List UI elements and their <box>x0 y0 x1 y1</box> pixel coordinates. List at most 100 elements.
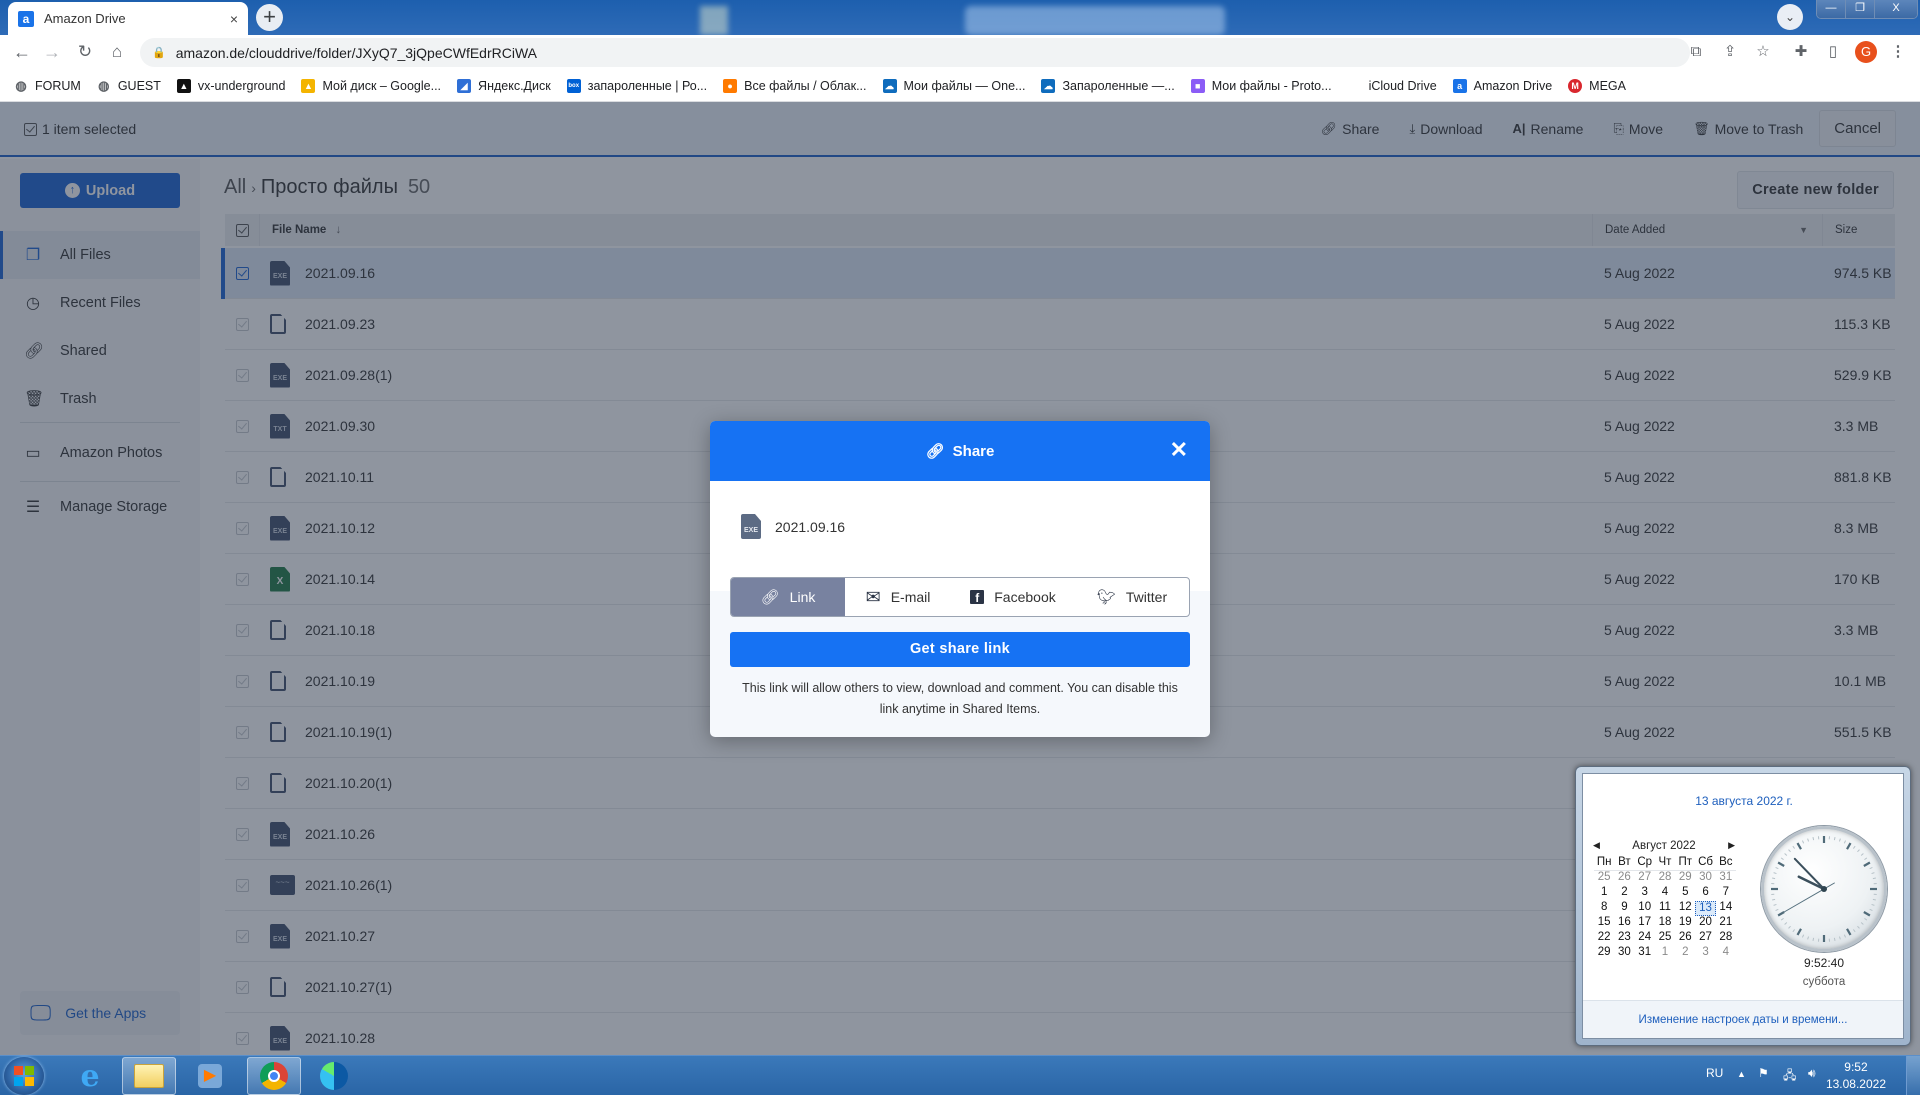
bookmark-item[interactable]: a Amazon Drive <box>1452 78 1552 93</box>
calendar-day[interactable]: 15 <box>1594 916 1614 931</box>
bookmark-item[interactable]: box запароленные | Ро... <box>566 78 707 93</box>
share-page-icon[interactable]: ⇪ <box>1720 42 1740 62</box>
bookmark-item[interactable]: ● Все файлы / Облак... <box>723 78 867 93</box>
calendar-day[interactable]: 27 <box>1635 871 1655 886</box>
calendar-day[interactable]: 11 <box>1655 901 1675 916</box>
calendar-day[interactable]: 22 <box>1594 931 1614 946</box>
bookmark-item[interactable]: ◍ FORUM <box>14 78 81 93</box>
calendar-day[interactable]: 24 <box>1635 931 1655 946</box>
tab-search-chevron-icon[interactable]: ⌄ <box>1777 4 1803 30</box>
start-button[interactable] <box>4 1057 44 1095</box>
chrome-menu-icon[interactable]: ⋮ <box>1888 42 1908 62</box>
bookmark-item[interactable]: M MEGA <box>1568 78 1626 93</box>
tab-facebook[interactable]: f Facebook <box>951 578 1075 616</box>
calendar-day[interactable]: 4 <box>1655 886 1675 901</box>
bookmark-item[interactable]: ☁ Мои файлы — One... <box>882 78 1025 93</box>
calendar-day[interactable]: 30 <box>1695 871 1715 886</box>
forward-arrow-icon[interactable]: → <box>40 40 64 64</box>
language-indicator[interactable]: RU <box>1706 1066 1723 1080</box>
calendar-day[interactable]: 31 <box>1635 946 1655 961</box>
tab-close-icon[interactable]: × <box>230 11 238 27</box>
volume-icon[interactable]: 🔊︎ <box>1808 1066 1816 1081</box>
browser-tab[interactable]: a Amazon Drive × <box>8 2 248 35</box>
calendar-day[interactable]: 20 <box>1695 916 1715 931</box>
calendar-day[interactable]: 27 <box>1695 931 1715 946</box>
calendar-day[interactable]: 3 <box>1635 886 1655 901</box>
calendar-day[interactable]: 9 <box>1614 901 1634 916</box>
calendar-day[interactable]: 31 <box>1716 871 1736 886</box>
change-date-time-settings-link[interactable]: Изменение настроек даты и времени... <box>1583 1000 1903 1038</box>
full-date-link[interactable]: 13 августа 2022 г. <box>1583 794 1905 808</box>
bookmark-item[interactable]: ▲ vx-underground <box>176 78 285 93</box>
calendar-day[interactable]: 7 <box>1716 886 1736 901</box>
reload-icon[interactable]: ↻ <box>73 40 97 64</box>
address-bar[interactable]: 🔒 amazon.de/clouddrive/folder/JXyQ7_3jQp… <box>140 38 1690 67</box>
taskbar-chrome[interactable] <box>247 1057 301 1095</box>
home-icon[interactable]: ⌂ <box>105 40 129 64</box>
calendar-day[interactable]: 23 <box>1614 931 1634 946</box>
close-window-button[interactable]: X <box>1875 0 1917 18</box>
close-icon[interactable]: ✕ <box>1170 438 1188 462</box>
tab-link[interactable]: 🔗︎ Link <box>731 578 845 616</box>
minimize-button[interactable]: — <box>1817 0 1846 18</box>
tab-email[interactable]: ✉ E-mail <box>845 578 951 616</box>
bookmark-item[interactable]: ■ Мои файлы - Proto... <box>1190 78 1332 93</box>
month-label[interactable]: Август 2022 <box>1632 840 1695 852</box>
calendar-day[interactable]: 25 <box>1655 931 1675 946</box>
minute-tick <box>1860 853 1864 856</box>
bookmark-item[interactable]: ◍ GUEST <box>97 78 161 93</box>
next-month-icon[interactable]: ▶ <box>1728 840 1735 852</box>
calendar-day[interactable]: 21 <box>1716 916 1736 931</box>
extensions-puzzle-icon[interactable]: ✚ <box>1791 42 1811 62</box>
calendar-day[interactable]: 14 <box>1716 901 1736 916</box>
show-hidden-icons-arrow[interactable]: ▲ <box>1737 1069 1746 1079</box>
calendar-day[interactable]: 28 <box>1716 931 1736 946</box>
prev-month-icon[interactable]: ◀ <box>1593 840 1600 852</box>
taskbar-file-explorer[interactable] <box>122 1057 176 1095</box>
calendar-day[interactable]: 2 <box>1614 886 1634 901</box>
network-icon[interactable]: 🖧︎ <box>1783 1066 1796 1087</box>
tab-twitter[interactable]: 🐦︎ Twitter <box>1075 578 1189 616</box>
bookmark-item[interactable]: ☁ Запароленные —... <box>1041 78 1175 93</box>
get-share-link-button[interactable]: Get share link <box>730 632 1190 667</box>
calendar-day[interactable]: 25 <box>1594 871 1614 886</box>
calendar-day[interactable]: 1 <box>1655 946 1675 961</box>
calendar-day[interactable]: 10 <box>1635 901 1655 916</box>
calendar-day[interactable]: 13 <box>1695 901 1716 916</box>
calendar-day[interactable]: 16 <box>1614 916 1634 931</box>
restore-button[interactable]: ❐ <box>1846 0 1875 18</box>
side-panel-icon[interactable]: ▯ <box>1823 42 1843 62</box>
calendar-day[interactable]: 12 <box>1675 901 1695 916</box>
show-desktop-button[interactable] <box>1906 1056 1920 1095</box>
new-tab-button[interactable]: + <box>256 4 283 31</box>
taskbar-edge[interactable] <box>306 1057 362 1095</box>
taskbar-internet-explorer[interactable]: e <box>60 1057 120 1095</box>
calendar-day[interactable]: 8 <box>1594 901 1614 916</box>
calendar-day[interactable]: 19 <box>1675 916 1695 931</box>
calendar-day[interactable]: 30 <box>1614 946 1634 961</box>
calendar-day[interactable]: 26 <box>1614 871 1634 886</box>
bookmark-item[interactable]: ▲ Мой диск – Google... <box>301 78 441 93</box>
calendar-day[interactable]: 29 <box>1675 871 1695 886</box>
action-center-flag-icon[interactable]: ⚑ <box>1758 1066 1769 1080</box>
calendar-day[interactable]: 5 <box>1675 886 1695 901</box>
calendar-day[interactable]: 1 <box>1594 886 1614 901</box>
calendar-day[interactable]: 26 <box>1675 931 1695 946</box>
calendar-day[interactable]: 4 <box>1716 946 1736 961</box>
taskbar-clock[interactable]: 9:52 13.08.2022 <box>1826 1059 1886 1093</box>
calendar-day[interactable]: 29 <box>1594 946 1614 961</box>
translate-icon[interactable]: ⧉ <box>1686 42 1706 62</box>
calendar-day[interactable]: 28 <box>1655 871 1675 886</box>
shared-file-name: 2021.09.16 <box>775 518 846 535</box>
calendar-day[interactable]: 18 <box>1655 916 1675 931</box>
calendar-day[interactable]: 3 <box>1695 946 1715 961</box>
bookmark-star-icon[interactable]: ☆ <box>1753 42 1773 62</box>
calendar-day[interactable]: 6 <box>1695 886 1715 901</box>
bookmark-item[interactable]: iCloud Drive <box>1348 79 1437 93</box>
profile-avatar[interactable]: G <box>1855 41 1877 63</box>
taskbar-media-player[interactable]: ▶ <box>182 1057 238 1095</box>
back-arrow-icon[interactable]: ← <box>10 40 34 64</box>
bookmark-item[interactable]: ◢ Яндекс.Диск <box>457 78 551 93</box>
calendar-day[interactable]: 17 <box>1635 916 1655 931</box>
calendar-day[interactable]: 2 <box>1675 946 1695 961</box>
